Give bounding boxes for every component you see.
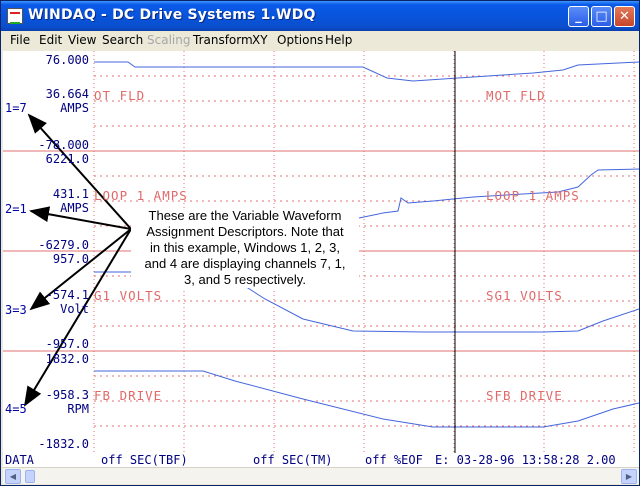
- scroll-left-button[interactable]: ◀: [5, 469, 21, 484]
- close-button[interactable]: ✕: [614, 6, 635, 27]
- ch1-name-left: OT FLD: [94, 88, 146, 103]
- waveform-display[interactable]: 76.000 36.664 AMPS -78.000 1=7 OT FLD MO…: [3, 51, 639, 453]
- callout-line: These are the Variable Waveform: [148, 208, 342, 223]
- ch4-top-scale: 1832.0: [45, 352, 89, 366]
- scroll-right-button[interactable]: ▶: [621, 469, 637, 484]
- ch1-mid-value: 36.664: [45, 87, 89, 101]
- ch1-bottom-scale: -78.000: [38, 138, 89, 152]
- ch1-name-right: MOT FLD: [486, 88, 546, 103]
- maximize-button[interactable]: □: [591, 6, 612, 27]
- ch2-name-left: LOOP 1 AMPS: [94, 188, 188, 203]
- menu-bar: File Edit View Search Scaling Transform …: [1, 31, 639, 50]
- status-eof: off %EOF: [365, 453, 423, 467]
- callout-line: Assignment Descriptors. Note that: [146, 224, 344, 239]
- menu-help[interactable]: Help: [325, 33, 352, 47]
- menu-xy[interactable]: XY: [252, 33, 268, 47]
- title-bar[interactable]: WINDAQ - DC Drive Systems 1.WDQ _ □ ✕: [1, 1, 639, 31]
- window-title: WINDAQ - DC Drive Systems 1.WDQ: [28, 7, 316, 23]
- windaq-window: WINDAQ - DC Drive Systems 1.WDQ _ □ ✕ Fi…: [0, 0, 640, 486]
- ch3-descriptor[interactable]: 3=3: [5, 303, 27, 317]
- ch4-name-right: SFB DRIVE: [486, 388, 563, 403]
- ch2-bottom-scale: -6279.0: [38, 238, 89, 252]
- minimize-button[interactable]: _: [568, 6, 589, 27]
- ch4-bottom-scale: -1832.0: [38, 437, 89, 451]
- status-tbf: off SEC(TBF): [101, 453, 188, 467]
- menu-edit[interactable]: Edit: [39, 33, 62, 47]
- ch2-name-right: LOOP 1 AMPS: [486, 188, 580, 203]
- ch3-bottom-scale: -957.0: [45, 337, 89, 351]
- descriptor-callout: These are the Variable Waveform Assignme…: [131, 208, 359, 288]
- scroll-thumb[interactable]: [25, 470, 35, 483]
- menu-scaling[interactable]: Scaling: [147, 33, 190, 47]
- ch2-top-scale: 6221.0: [45, 152, 89, 166]
- callout-line: and 4 are displaying channels 7, 1,: [144, 256, 346, 271]
- callout-line: in this example, Windows 1, 2, 3,: [149, 240, 341, 255]
- menu-options[interactable]: Options: [277, 33, 323, 47]
- callout-line: 3, and 5 respectively.: [184, 272, 306, 287]
- ch3-name-left: G1 VOLTS: [94, 288, 163, 303]
- ch3-name-right: SG1 VOLTS: [486, 288, 563, 303]
- waveform-channel-1: [94, 61, 639, 82]
- menu-transform[interactable]: Transform: [193, 33, 253, 47]
- ch1-top-scale: 76.000: [45, 53, 89, 67]
- ch3-mid-value: -574.1: [45, 288, 89, 302]
- ch4-mid-value: -958.3: [45, 388, 89, 402]
- ch4-descriptor[interactable]: 4=5: [5, 402, 27, 416]
- ch3-top-scale: 957.0: [52, 252, 89, 266]
- windaq-app-icon[interactable]: [7, 8, 23, 24]
- status-mode: DATA: [5, 453, 34, 467]
- menu-search[interactable]: Search: [102, 33, 143, 47]
- menu-view[interactable]: View: [68, 33, 96, 47]
- menu-file[interactable]: File: [10, 33, 30, 47]
- status-tm: off SEC(TM): [253, 453, 333, 467]
- ch2-mid-value: 431.1: [52, 187, 89, 201]
- ch4-name-left: FB DRIVE: [94, 388, 163, 403]
- status-bar: DATA off SEC(TBF) off SEC(TM) off %EOF E…: [3, 453, 639, 467]
- status-event: E: 03-28-96 13:58:28 2.00: [435, 453, 616, 467]
- horizontal-scrollbar[interactable]: ◀ ▶: [3, 467, 639, 484]
- ch2-descriptor[interactable]: 2=1: [5, 202, 27, 216]
- ch1-descriptor[interactable]: 1=7: [5, 101, 27, 115]
